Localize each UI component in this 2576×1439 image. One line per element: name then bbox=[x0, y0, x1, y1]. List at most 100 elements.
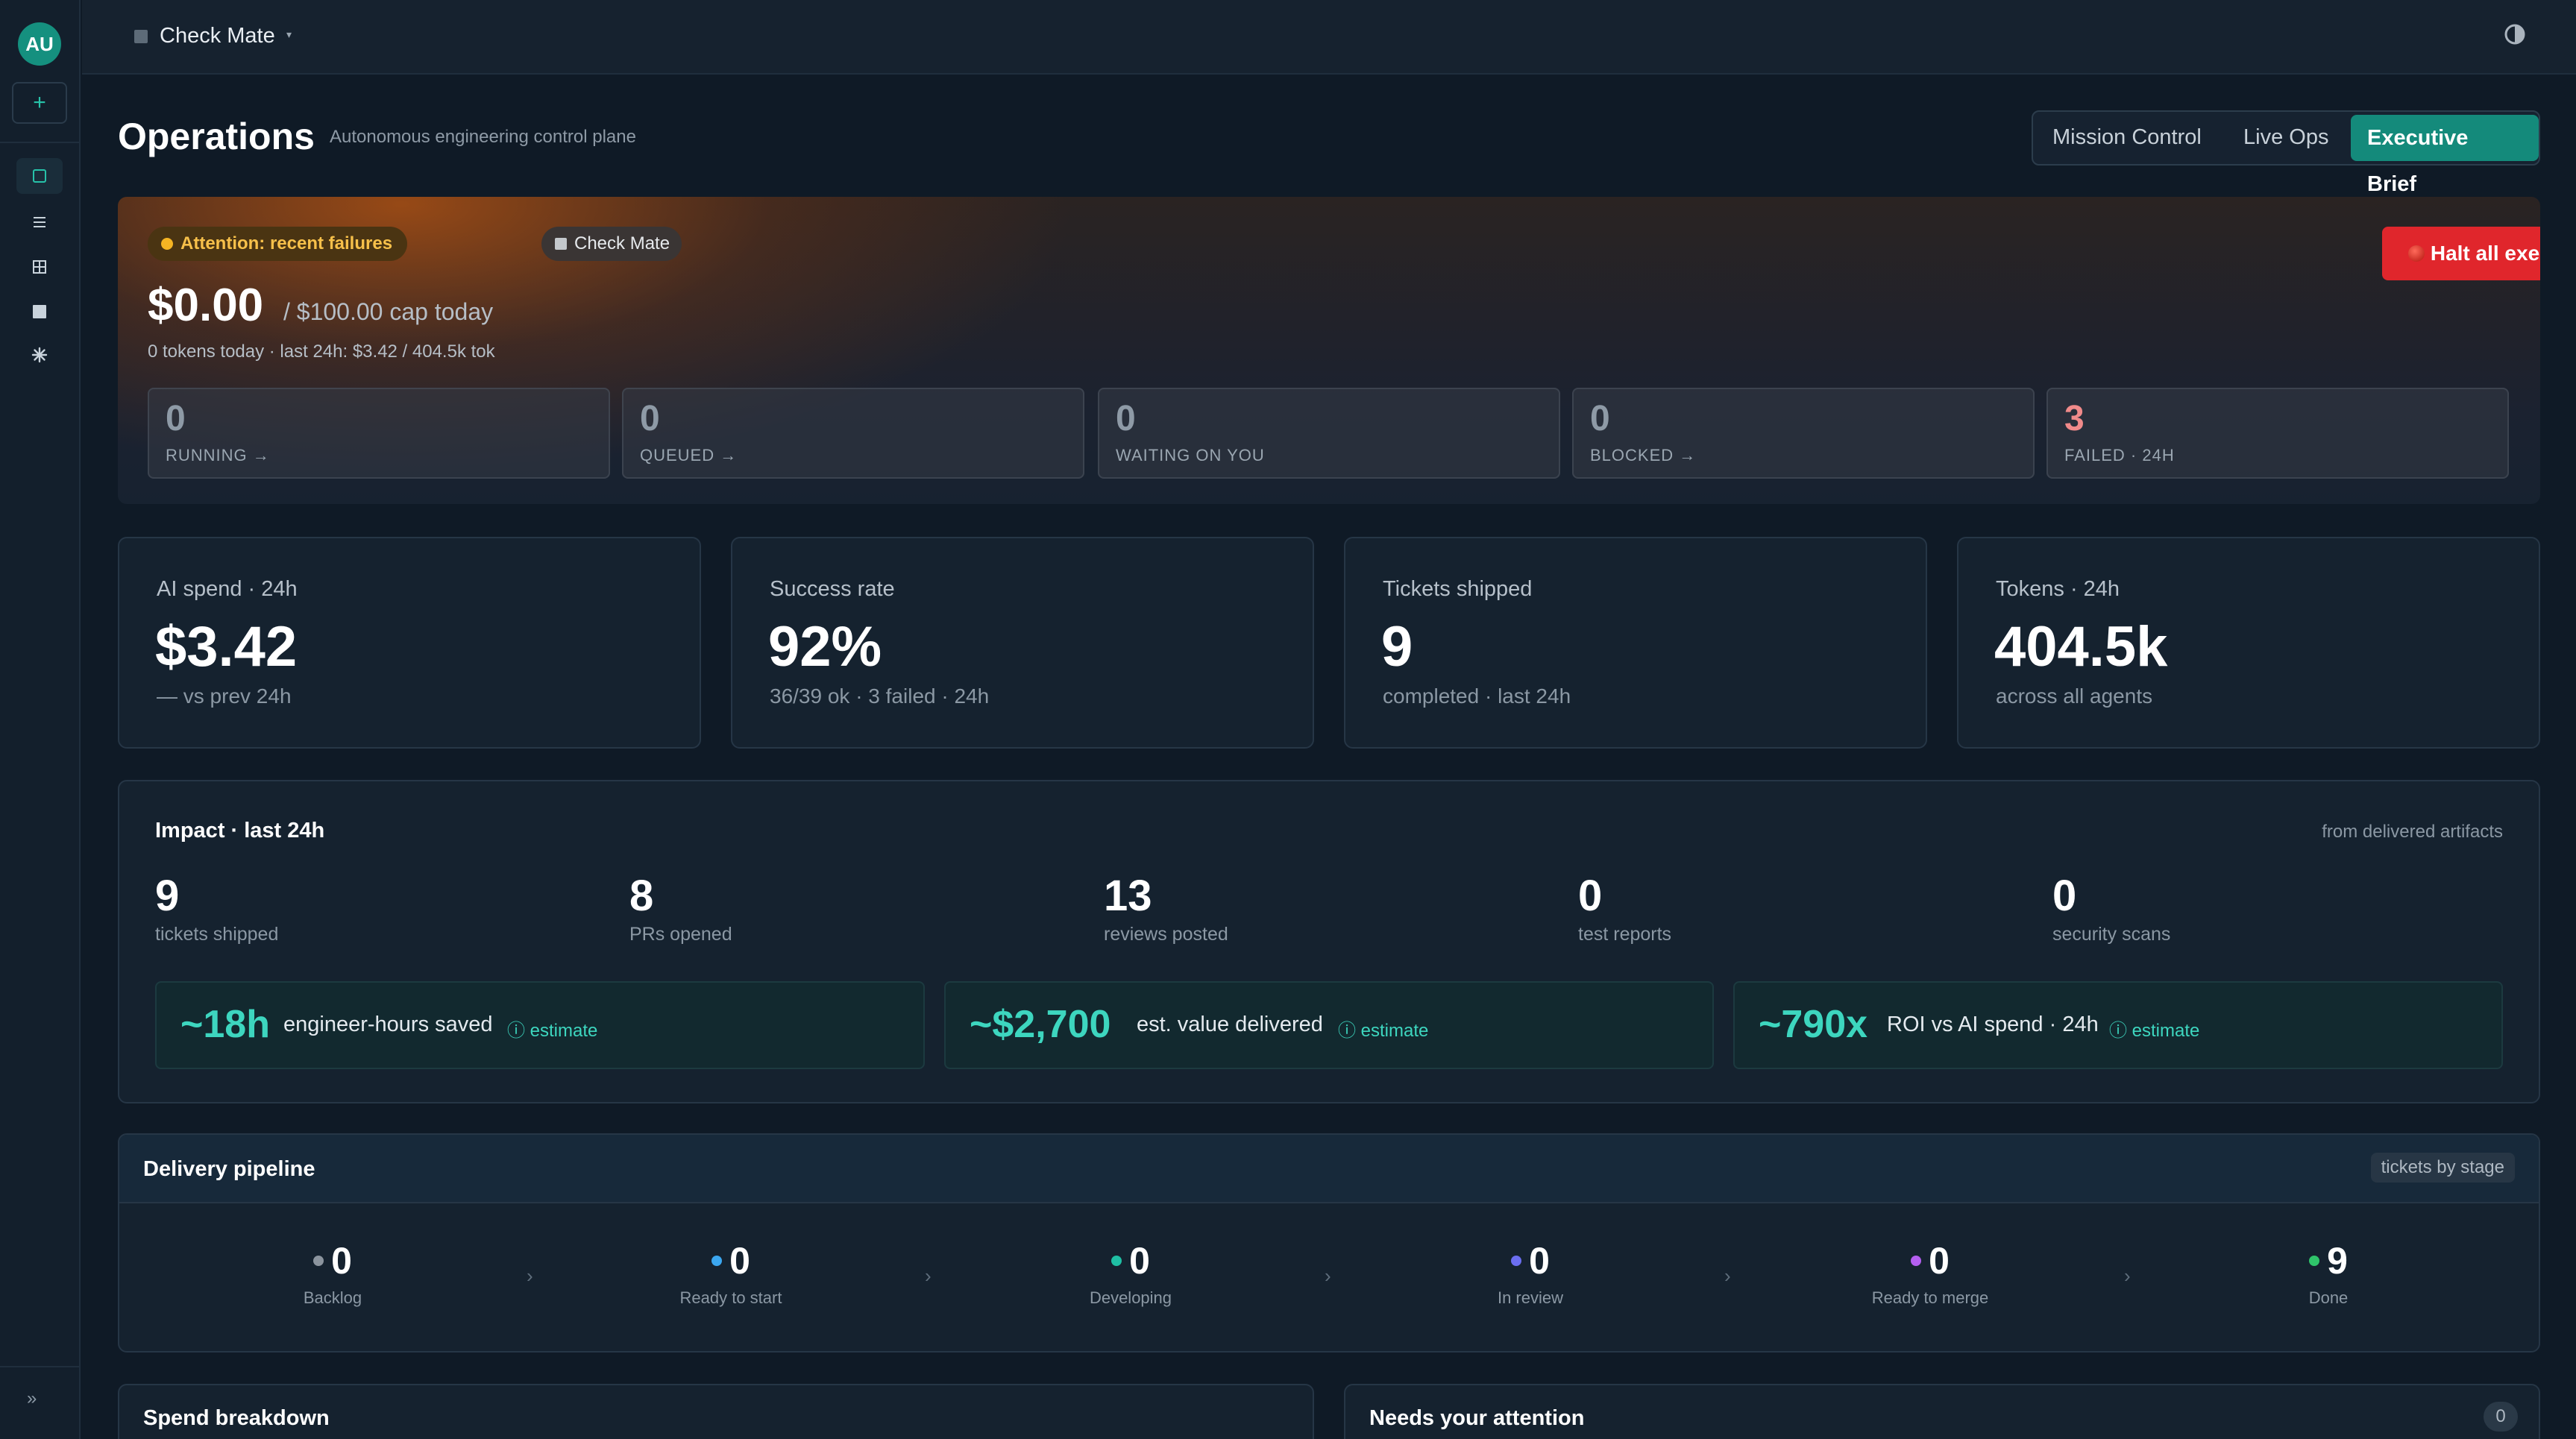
impact-value: 9 bbox=[155, 872, 180, 920]
stage-ready-to-start[interactable]: 0 Ready to start bbox=[641, 1239, 820, 1308]
status-label: FAILED · 24H bbox=[2064, 446, 2175, 465]
pipeline-title: Delivery pipeline bbox=[143, 1157, 315, 1181]
impact-title: Impact · last 24h bbox=[155, 819, 325, 843]
workspace-badge: Check Mate bbox=[541, 227, 682, 261]
stage-dot bbox=[313, 1256, 324, 1266]
status-queued[interactable]: 0 QUEUED → bbox=[622, 388, 1084, 479]
estimate-label: engineer-hours saved bbox=[283, 1013, 493, 1036]
tab-live-ops[interactable]: Live Ops bbox=[2243, 125, 2328, 150]
status-label: WAITING ON YOU bbox=[1116, 446, 1265, 465]
estimate-info[interactable]: ⓘ estimate bbox=[507, 1016, 597, 1042]
dashboard-icon[interactable] bbox=[16, 158, 63, 194]
estimate-info[interactable]: ⓘ estimate bbox=[1338, 1016, 1428, 1042]
stage-label: In review bbox=[1497, 1288, 1564, 1307]
tab-mission-control[interactable]: Mission Control bbox=[2052, 125, 2202, 150]
kpi-tokens: Tokens · 24h 404.5k across all agents bbox=[1957, 537, 2540, 749]
status-value: 0 bbox=[1590, 399, 1610, 438]
status-value: 0 bbox=[640, 399, 660, 438]
estimate-value: ~18h bbox=[180, 1003, 270, 1046]
stage-label: Developing bbox=[1089, 1288, 1172, 1307]
status-running[interactable]: 0 RUNNING → bbox=[148, 388, 610, 479]
stage-value: 0 bbox=[1929, 1240, 1950, 1282]
kpi-label: Success rate bbox=[770, 577, 895, 601]
sparkle-icon[interactable] bbox=[16, 337, 63, 373]
sidebar-divider bbox=[0, 142, 81, 143]
impact-metric: 0 test reports bbox=[1578, 871, 1671, 945]
kpi-label: Tickets shipped bbox=[1383, 577, 1533, 601]
stage-developing[interactable]: 0 Developing bbox=[1041, 1239, 1220, 1308]
spend-breakdown-panel: Spend breakdown bbox=[118, 1384, 1314, 1439]
stage-label: Backlog bbox=[303, 1288, 362, 1307]
estimate-hours-saved: ~18h engineer-hours saved ⓘ estimate bbox=[155, 981, 925, 1069]
chevron-right-icon: › bbox=[2124, 1265, 2131, 1287]
kpi-value: 9 bbox=[1381, 615, 1413, 678]
kpi-tickets-shipped: Tickets shipped 9 completed · last 24h bbox=[1344, 537, 1927, 749]
status-label: QUEUED → bbox=[640, 446, 738, 465]
chevron-right-icon: › bbox=[527, 1265, 533, 1287]
document-icon[interactable] bbox=[16, 294, 63, 330]
impact-metric: 9 tickets shipped bbox=[155, 871, 278, 945]
workspace-icon bbox=[134, 30, 148, 43]
impact-panel: Impact · last 24h from delivered artifac… bbox=[118, 780, 2540, 1103]
status-failed: 3 FAILED · 24H bbox=[2046, 388, 2509, 479]
impact-metric: 13 reviews posted bbox=[1104, 871, 1228, 945]
tab-executive-brief[interactable]: Executive Brief bbox=[2351, 115, 2539, 196]
stage-value: 0 bbox=[1529, 1240, 1550, 1282]
kpi-value: $3.42 bbox=[155, 615, 298, 678]
impact-note: from delivered artifacts bbox=[2322, 822, 2503, 842]
kpi-sub: 36/39 ok · 3 failed · 24h bbox=[770, 684, 990, 708]
kpi-label: Tokens · 24h bbox=[1996, 577, 2120, 601]
stage-dot bbox=[2309, 1256, 2320, 1266]
stage-dot bbox=[1911, 1256, 1922, 1266]
stage-dot bbox=[711, 1256, 723, 1266]
pipeline-tag: tickets by stage bbox=[2370, 1153, 2515, 1183]
impact-label: security scans bbox=[2052, 924, 2171, 945]
grid-icon[interactable] bbox=[16, 249, 63, 285]
impact-label: tickets shipped bbox=[155, 924, 279, 945]
status-label: RUNNING → bbox=[166, 446, 270, 465]
chevron-down-icon[interactable]: ▾ bbox=[286, 28, 292, 41]
stage-label: Ready to merge bbox=[1871, 1288, 1989, 1307]
sidebar-divider bbox=[0, 1366, 81, 1367]
chevron-right-icon: › bbox=[1724, 1265, 1731, 1287]
budget-hero: Attention: recent failures Check Mate $0… bbox=[118, 197, 2540, 504]
kpi-value: 404.5k bbox=[1994, 615, 2168, 678]
kpi-sub: across all agents bbox=[1996, 684, 2153, 708]
impact-label: test reports bbox=[1578, 924, 1672, 945]
pipeline-header: Delivery pipeline tickets by stage bbox=[119, 1135, 2539, 1203]
kpi-sub: completed · last 24h bbox=[1383, 684, 1571, 708]
spend-cap: / $100.00 cap today bbox=[283, 298, 494, 325]
spend-today: $0.00 bbox=[148, 280, 264, 331]
estimate-label: ROI vs AI spend · 24h bbox=[1887, 1013, 2099, 1036]
theme-toggle-icon[interactable] bbox=[2503, 22, 2527, 50]
status-value: 3 bbox=[2064, 399, 2085, 438]
list-icon[interactable] bbox=[16, 204, 63, 240]
impact-label: PRs opened bbox=[629, 924, 732, 945]
page-subtitle: Autonomous engineering control plane bbox=[330, 127, 636, 147]
status-label: BLOCKED → bbox=[1590, 446, 1697, 465]
chevron-right-icon: › bbox=[925, 1265, 932, 1287]
estimate-roi: ~790x ROI vs AI spend · 24h ⓘ estimate bbox=[1733, 981, 2503, 1069]
workspace-switcher[interactable]: Check Mate bbox=[160, 24, 275, 48]
stage-value: 0 bbox=[1129, 1240, 1150, 1282]
stage-value: 0 bbox=[331, 1240, 352, 1282]
kpi-ai-spend: AI spend · 24h $3.42 — vs prev 24h bbox=[118, 537, 701, 749]
halt-all-button[interactable]: Halt all execution bbox=[2382, 227, 2540, 280]
status-blocked[interactable]: 0 BLOCKED → bbox=[1572, 388, 2035, 479]
estimate-info[interactable]: ⓘ estimate bbox=[2109, 1016, 2199, 1042]
status-value: 0 bbox=[166, 399, 186, 438]
stage-ready-to-merge[interactable]: 0 Ready to merge bbox=[1841, 1239, 2020, 1308]
stage-backlog[interactable]: 0 Backlog bbox=[243, 1239, 422, 1308]
avatar[interactable]: AU bbox=[18, 22, 61, 66]
chevron-right-icon: › bbox=[1325, 1265, 1331, 1287]
stage-done[interactable]: 9 Done bbox=[2239, 1239, 2418, 1308]
add-button[interactable]: + bbox=[12, 82, 67, 124]
panel-title: Spend breakdown bbox=[143, 1406, 330, 1430]
impact-value: 0 bbox=[2052, 872, 2077, 920]
stage-in-review[interactable]: 0 In review bbox=[1441, 1239, 1620, 1308]
expand-sidebar-button[interactable]: » bbox=[27, 1388, 37, 1409]
attention-count-badge: 0 bbox=[2484, 1402, 2518, 1432]
stage-value: 9 bbox=[2327, 1240, 2348, 1282]
estimate-value: ~$2,700 bbox=[970, 1003, 1111, 1046]
impact-label: reviews posted bbox=[1104, 924, 1228, 945]
